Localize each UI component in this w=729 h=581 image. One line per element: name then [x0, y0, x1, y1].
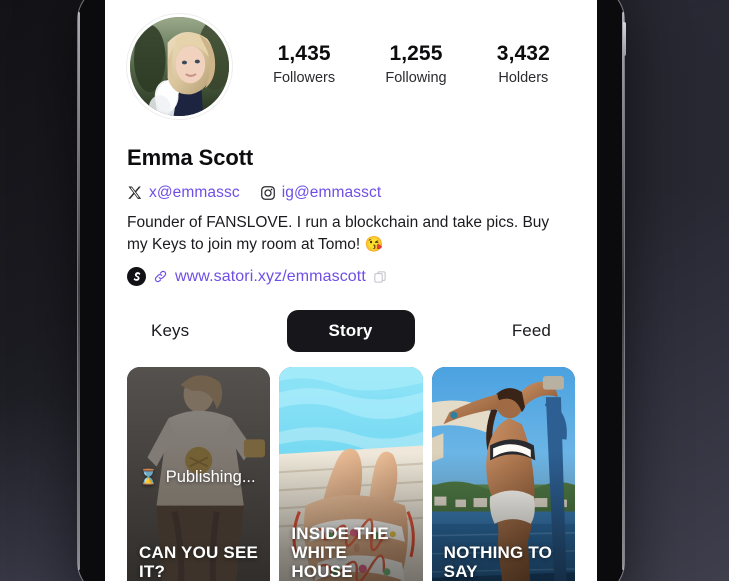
social-link-x[interactable]: x@emmassc — [127, 184, 240, 202]
avatar-image — [130, 17, 229, 116]
stat-holders-value: 3,432 — [496, 42, 550, 66]
tab-feed[interactable]: Feed — [504, 310, 559, 352]
stat-holders[interactable]: 3,432 Holders — [497, 41, 550, 88]
phone-left-edge — [78, 12, 80, 570]
story-card-3-caption: NOTHING TO SAY — [443, 542, 553, 581]
bio-emoji: 😘 — [364, 236, 384, 253]
page-title: Emma Scott — [127, 145, 254, 170]
story-card-2-caption: INSIDE THE WHITE HOUSE — [291, 523, 389, 581]
profile-stats: 1,435 Followers 1,255 Following 3,432 Ho… — [232, 41, 575, 92]
identity-block: Emma Scott x@emmassc ig@emmassct Founder… — [105, 119, 597, 286]
copy-icon[interactable] — [373, 270, 387, 284]
stat-holders-label: Holders — [498, 70, 549, 87]
avatar[interactable] — [127, 14, 232, 119]
profile-header: 1,435 Followers 1,255 Following 3,432 Ho… — [105, 0, 597, 119]
story-card-1-caption: CAN YOU SEE IT? — [139, 542, 259, 581]
phone-mockup: 1,435 Followers 1,255 Following 3,432 Ho… — [78, 0, 626, 581]
story-card-1-status-text: Publishing... — [165, 468, 256, 486]
story-card-1[interactable]: ⌛ Publishing... CAN YOU SEE IT? — [127, 367, 271, 581]
story-card-1-status: ⌛ Publishing... — [139, 468, 256, 487]
stat-followers-label: Followers — [273, 70, 336, 87]
profile-bio: Founder of FANSLOVE. I run a blockchain … — [127, 212, 565, 256]
stat-followers-value: 1,435 — [277, 42, 331, 66]
satori-logo-icon — [127, 267, 146, 286]
profile-tabs: Keys Story Feed — [105, 286, 597, 352]
x-twitter-icon — [127, 185, 143, 201]
social-handle-instagram: ig@emmassct — [281, 184, 382, 201]
instagram-icon — [260, 185, 276, 201]
story-card-3[interactable]: NOTHING TO SAY — [431, 367, 575, 581]
social-links: x@emmassc ig@emmassct — [127, 184, 575, 202]
social-handle-x: x@emmassc — [149, 184, 240, 201]
stat-following-value: 1,255 — [389, 42, 443, 66]
screenshot-stage: 1,435 Followers 1,255 Following 3,432 Ho… — [0, 0, 729, 581]
story-card-grid: ⌛ Publishing... CAN YOU SEE IT? INSIDE T… — [105, 352, 597, 581]
profile-link-row: www.satori.xyz/emmascott — [127, 267, 575, 286]
link-icon — [153, 269, 168, 284]
social-link-instagram[interactable]: ig@emmassct — [260, 184, 382, 202]
stat-following[interactable]: 1,255 Following — [385, 41, 446, 88]
stat-following-label: Following — [385, 70, 447, 87]
phone-right-edge — [622, 12, 624, 570]
story-card-2[interactable]: INSIDE THE WHITE HOUSE — [279, 367, 423, 581]
tab-keys[interactable]: Keys — [143, 310, 197, 352]
profile-bio-text: Founder of FANSLOVE. I run a blockchain … — [127, 214, 550, 253]
stat-followers[interactable]: 1,435 Followers — [273, 41, 335, 88]
phone-side-button[interactable] — [623, 22, 626, 56]
hourglass-icon: ⌛ — [139, 469, 158, 486]
tab-story[interactable]: Story — [286, 310, 415, 352]
phone-screen: 1,435 Followers 1,255 Following 3,432 Ho… — [105, 0, 597, 581]
profile-url-link[interactable]: www.satori.xyz/emmascott — [175, 268, 366, 286]
